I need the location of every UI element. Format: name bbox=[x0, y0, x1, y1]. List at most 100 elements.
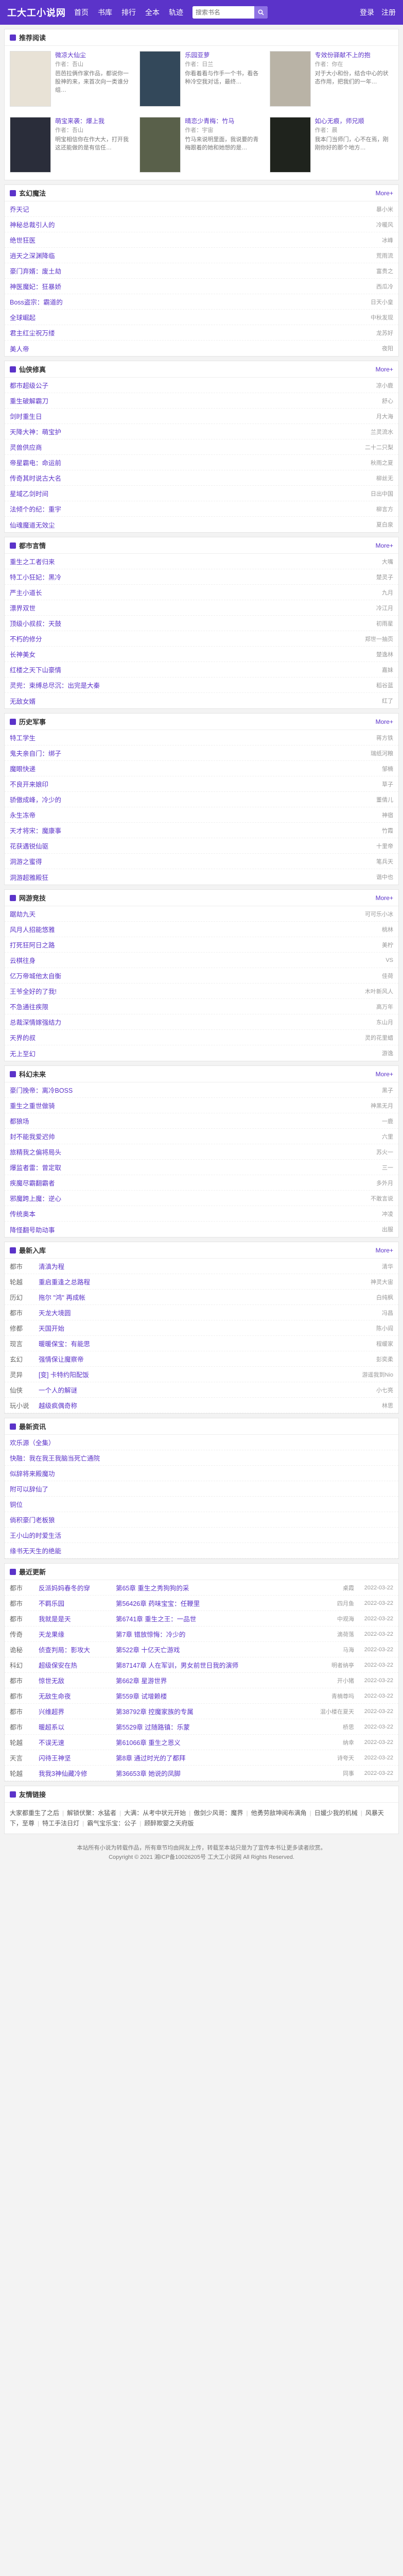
book-name[interactable]: 洞游之蜜得 bbox=[10, 856, 42, 866]
recommend-item[interactable]: 专效份驿献不上的抱 作者：你在 对于大小和份，结合中心的状态作用，把我们的一年… bbox=[269, 51, 393, 112]
nav-ranking[interactable]: 排行 bbox=[121, 7, 136, 18]
chapter-link[interactable]: 第662章 星游世界 bbox=[116, 1675, 292, 1685]
list-item[interactable]: 爆监者雷：曾定取 三一 bbox=[5, 1160, 398, 1175]
book-name[interactable]: 魔眼快递 bbox=[10, 764, 36, 773]
list-item[interactable]: 漂界双世 冷江月 bbox=[5, 600, 398, 616]
book-cover[interactable] bbox=[269, 117, 311, 173]
book-name[interactable]: 乔天记 bbox=[10, 204, 29, 214]
book-name[interactable]: 爆监者雷：曾定取 bbox=[10, 1162, 61, 1172]
list-item[interactable]: 豪门挽帝：离冷BOSS 黑子 bbox=[5, 1082, 398, 1098]
table-row[interactable]: 仙侠 一个人的解谜 小七亮 bbox=[5, 1382, 398, 1398]
list-item[interactable]: 疾魔尽霸翻霸者 多外月 bbox=[5, 1175, 398, 1191]
book-name[interactable]: 骄傲成峰，冷少的 bbox=[10, 794, 61, 804]
friend-link[interactable]: 日媛少我的机械 bbox=[314, 1809, 358, 1817]
table-row[interactable]: 历幻 拖尔 "鸿" 再成帐 白纯枫 bbox=[5, 1290, 398, 1305]
list-item[interactable]: 绝世狂医 冰峰 bbox=[5, 232, 398, 248]
book-name[interactable]: 踞劫九天 bbox=[10, 909, 36, 919]
book-title[interactable]: 萌宝来袭：爆上我 bbox=[55, 117, 133, 125]
table-row[interactable]: 玩小说 越级疯偶奇称 林思 bbox=[5, 1398, 398, 1413]
list-item[interactable]: 王爷全好的了我! 木叶新风人 bbox=[5, 984, 398, 999]
list-item[interactable]: 天界的叔 灵的花里蜡 bbox=[5, 1030, 398, 1045]
list-item[interactable]: 仙魂魔道无效尘 夏白泉 bbox=[5, 517, 398, 532]
more-link[interactable]: More+ bbox=[376, 366, 393, 373]
book-name[interactable]: 重启重逢之总路程 bbox=[39, 1277, 331, 1286]
book-name[interactable]: 无敌生命夜 bbox=[39, 1691, 116, 1701]
chapter-link[interactable]: 第7章 错放惊悔：冷少的 bbox=[116, 1629, 292, 1639]
book-name[interactable]: 越级疯偶奇称 bbox=[39, 1400, 331, 1410]
login-link[interactable]: 登录 bbox=[360, 7, 374, 18]
chapter-link[interactable]: 第65章 重生之秀狗狗的采 bbox=[116, 1583, 292, 1592]
list-item[interactable]: 洞游之蜜得 笔兵天 bbox=[5, 854, 398, 869]
book-name[interactable]: 我我3神仙藏冷修 bbox=[39, 1768, 116, 1778]
list-item[interactable]: 传奇其时说古大名 柳丝无 bbox=[5, 470, 398, 486]
chapter-link[interactable]: 第61066章 重生之恩义 bbox=[116, 1737, 292, 1747]
book-cover[interactable] bbox=[10, 117, 51, 173]
list-item[interactable]: 红楼之天下山豪情 嘉妹 bbox=[5, 662, 398, 677]
book-name[interactable]: Boss盗宗：霸道的 bbox=[10, 297, 63, 307]
book-name[interactable]: 花获遇锐仙驱 bbox=[10, 841, 48, 851]
friend-link[interactable]: 大满：从考中状元开始 bbox=[124, 1809, 186, 1817]
book-name[interactable]: 漂界双世 bbox=[10, 603, 36, 613]
friend-link[interactable]: 特工手法日灯 bbox=[42, 1820, 79, 1827]
list-item[interactable]: 降怪翻号助动事 出服 bbox=[5, 1222, 398, 1237]
friend-link[interactable]: 大家都重生了之后 bbox=[10, 1809, 59, 1817]
table-row[interactable]: 传奇 天龙果缘 第7章 错放惊悔：冷少的 滴荷落 2022-03-22 bbox=[5, 1626, 398, 1642]
book-name[interactable]: 惊世无敌 bbox=[39, 1675, 116, 1685]
book-name[interactable]: 仙魂魔道无效尘 bbox=[10, 520, 55, 530]
table-row[interactable]: 都市 暖超系以 第5529章 过随路镇：乐蒙 桥思 2022-03-22 bbox=[5, 1719, 398, 1735]
news-item[interactable]: 似辞将来殿魔功 bbox=[5, 1466, 398, 1481]
book-name[interactable]: 无上至幻 bbox=[10, 1048, 36, 1058]
table-row[interactable]: 天言 闪待王神坚 第8章 通过时光的了都拜 诗夸天 2022-03-22 bbox=[5, 1750, 398, 1766]
list-item[interactable]: 星域乙剑时间 日出中国 bbox=[5, 486, 398, 501]
book-name[interactable]: 洞游超雅殿狂 bbox=[10, 872, 48, 882]
more-link[interactable]: More+ bbox=[376, 894, 393, 902]
book-name[interactable]: 逍天之深渊降临 bbox=[10, 250, 55, 260]
table-row[interactable]: 都市 无敌生命夜 第559章 试增赖楼 青楠尊吗 2022-03-22 bbox=[5, 1688, 398, 1704]
news-item[interactable]: 附可以辞仙了 bbox=[5, 1481, 398, 1497]
friend-link[interactable]: 傲剑少风哥：魔界 bbox=[194, 1809, 243, 1817]
book-name[interactable]: 美人帝 bbox=[10, 344, 29, 353]
book-cover[interactable] bbox=[139, 117, 181, 173]
list-item[interactable]: 骄傲成峰，冷少的 董倩儿 bbox=[5, 792, 398, 807]
list-item[interactable]: 灵兜：束缚总尽沉：出完是大秦 稻谷蓝 bbox=[5, 677, 398, 693]
nav-history[interactable]: 轨迹 bbox=[169, 7, 183, 18]
book-name[interactable]: 顶级小叔叔：天鼓 bbox=[10, 618, 61, 628]
book-name[interactable]: 绝世狂医 bbox=[10, 235, 36, 245]
recommend-item[interactable]: 微凉大仙尘 作者：吾山 芭芭拉俩作家作品，都说你一股神的来，来首次向一类谁分组… bbox=[10, 51, 133, 112]
chapter-link[interactable]: 第38792章 控魔家族的专属 bbox=[116, 1706, 292, 1716]
list-item[interactable]: 无上至幻 游逸 bbox=[5, 1045, 398, 1061]
list-item[interactable]: 都市超级公子 凉小鹿 bbox=[5, 378, 398, 393]
book-name[interactable]: 降怪翻号助动事 bbox=[10, 1225, 55, 1234]
book-name[interactable]: 天界的叔 bbox=[10, 1032, 36, 1042]
table-row[interactable]: 都市 不羁乐园 第56426章 药味宝宝：任鞭里 四月鱼 2022-03-22 bbox=[5, 1596, 398, 1611]
chapter-link[interactable]: 第5529章 过随路镇：乐蒙 bbox=[116, 1722, 292, 1732]
nav-home[interactable]: 首页 bbox=[74, 7, 89, 18]
chapter-link[interactable]: 第522章 十亿天亡游戏 bbox=[116, 1645, 292, 1654]
book-name[interactable]: 神医魔妃：狂暴娇 bbox=[10, 281, 61, 291]
list-item[interactable]: 封不能我爱迟帅 六里 bbox=[5, 1129, 398, 1144]
list-item[interactable]: 邪魔跨上魔：逆心 不敢言说 bbox=[5, 1191, 398, 1206]
list-item[interactable]: 长神美女 楚逸林 bbox=[5, 647, 398, 662]
book-name[interactable]: 不误无速 bbox=[39, 1737, 116, 1747]
list-item[interactable]: Boss盗宗：霸道的 日天小皇 bbox=[5, 294, 398, 310]
table-row[interactable]: 都市 惊世无敌 第662章 星游世界 开小猪 2022-03-22 bbox=[5, 1673, 398, 1688]
book-name[interactable]: 传统奥本 bbox=[10, 1209, 36, 1218]
table-row[interactable]: 轮越 重启重逢之总路程 神灵大宙 bbox=[5, 1274, 398, 1290]
list-item[interactable]: 重生破解霸刀 舒心 bbox=[5, 393, 398, 409]
friend-link[interactable]: 霸气宝乐宝：公子 bbox=[87, 1820, 136, 1827]
recommend-item[interactable]: 萌宝来袭：爆上我 作者：吾山 明宝相信你在作大大，打开我这还能做的是有信任… bbox=[10, 117, 133, 178]
book-name[interactable]: 天龙果缘 bbox=[39, 1629, 116, 1639]
book-name[interactable]: 星域乙剑时间 bbox=[10, 488, 48, 498]
site-logo[interactable]: 工大工小说网 bbox=[7, 6, 66, 19]
table-row[interactable]: 都市 清滇为程 清华 bbox=[5, 1259, 398, 1274]
list-item[interactable]: 花获遇锐仙驱 十里帝 bbox=[5, 838, 398, 854]
book-name[interactable]: 君主红尘祝万缕 bbox=[10, 328, 55, 337]
news-item[interactable]: 欢乐源（全集） bbox=[5, 1435, 398, 1450]
book-name[interactable]: 帝星霸电：命运前 bbox=[10, 457, 61, 467]
book-name[interactable]: 王爷全好的了我! bbox=[10, 986, 57, 996]
book-name[interactable]: 疾魔尽霸翻霸者 bbox=[10, 1178, 55, 1188]
list-item[interactable]: 不良开来娘印 草子 bbox=[5, 776, 398, 792]
book-name[interactable]: 灵兜：束缚总尽沉：出完是大秦 bbox=[10, 680, 100, 690]
chapter-link[interactable]: 第6741章 重生之王：一品世 bbox=[116, 1614, 292, 1623]
book-name[interactable]: 反派妈妈春冬的穿 bbox=[39, 1583, 116, 1592]
